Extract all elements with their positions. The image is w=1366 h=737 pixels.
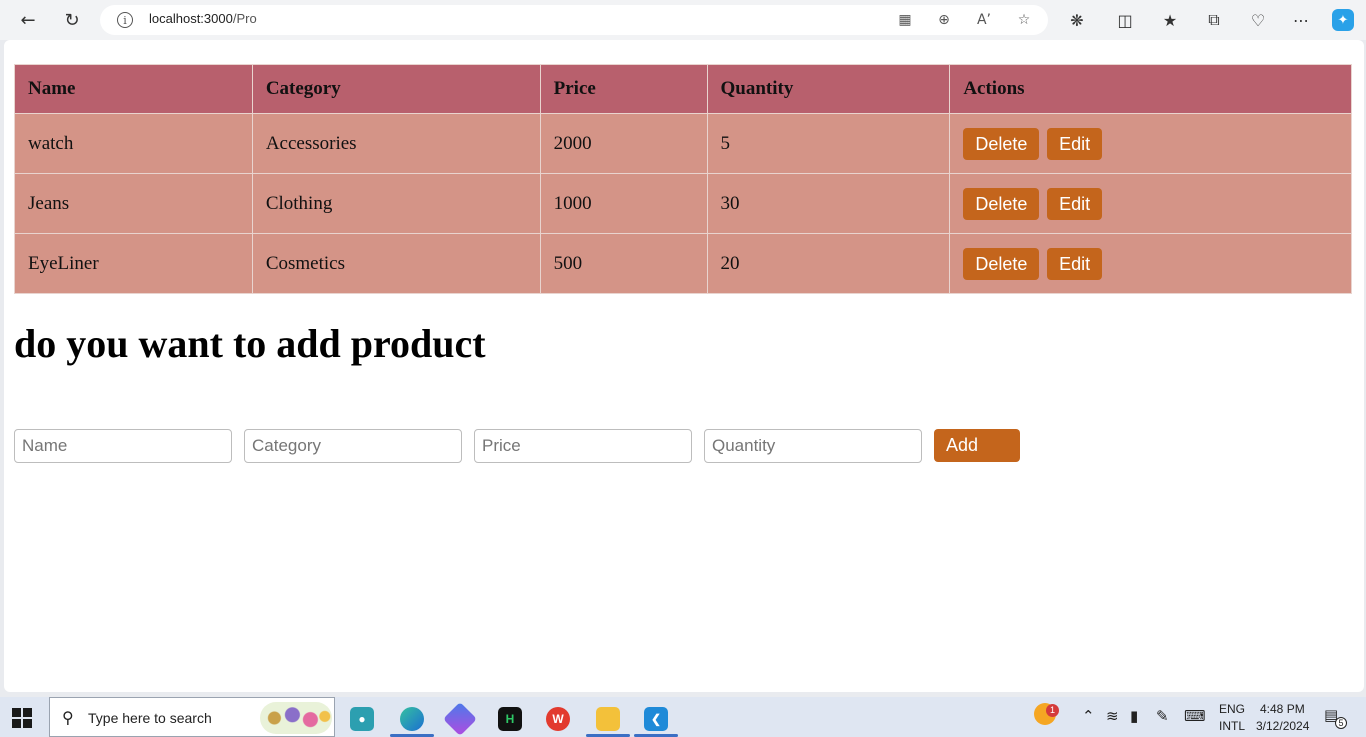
add-product-heading: do you want to add product [14,321,486,366]
delete-button[interactable]: Delete [963,187,1040,220]
folder-icon [596,707,620,731]
taskbar-app-meet[interactable]: ● [338,701,386,737]
add-product-button[interactable]: Add Product [934,429,1021,488]
column-header-quantity: Quantity [706,64,951,114]
edge-browser-icon [400,707,424,731]
address-bar[interactable]: i localhost:3000/Pro ▦ ⊕ A’ ☆ [100,5,1048,35]
cell-price: 2000 [539,113,708,174]
split-screen-icon[interactable]: ◫ [1114,9,1136,31]
copilot-icon[interactable]: ✦ [1332,9,1354,31]
table-row: EyeLiner Cosmetics 500 20 Delete Edit [14,233,1352,294]
taskbar-app-edge[interactable] [388,701,436,737]
chevron-up-icon[interactable]: ⌃ [1082,707,1095,725]
wifi-icon[interactable]: ≋ [1106,707,1119,725]
taskbar-search-placeholder: Type here to search [88,710,212,726]
url-path: /Pro [232,11,257,26]
battery-icon[interactable]: ▮ [1130,707,1138,725]
edit-button[interactable]: Edit [1047,127,1103,160]
h-app-icon: H [498,707,522,731]
column-header-price: Price [539,64,708,114]
column-header-name: Name [14,64,253,114]
search-highlight-icon [260,702,332,734]
column-header-category: Category [251,64,541,114]
favorites-icon[interactable]: ★ [1159,9,1181,31]
taskbar-app-wps[interactable]: W [534,701,582,737]
browser-toolbar: ← ↻ i localhost:3000/Pro ▦ ⊕ A’ ☆ ❋ ◫ ★ … [0,0,1366,40]
url-host: localhost:3000 [149,11,233,26]
column-header-actions: Actions [949,64,1352,114]
cell-name: Jeans [14,173,253,234]
keyboard-icon[interactable]: ⌨ [1184,707,1206,725]
app-available-icon[interactable]: ▦ [895,11,915,29]
table-header-row: Name Category Price Quantity Actions [14,64,1352,114]
zoom-icon[interactable]: ⊕ [934,11,954,29]
refresh-icon[interactable]: ↻ [56,6,88,34]
cell-category: Clothing [251,173,541,234]
table-row: watch Accessories 2000 5 Delete Edit [14,113,1352,174]
browser-essentials-icon[interactable]: ♡ [1247,9,1269,31]
cell-quantity: 5 [706,113,951,174]
delete-button[interactable]: Delete [963,127,1040,160]
language-label[interactable]: ENG [1219,702,1245,716]
windows-start-icon[interactable] [12,708,32,728]
edit-button[interactable]: Edit [1047,187,1103,220]
cell-quantity: 20 [706,233,951,294]
more-options-icon[interactable]: ⋯ [1290,9,1312,31]
back-icon[interactable]: ← [12,6,44,34]
cell-category: Cosmetics [251,233,541,294]
taskbar: ⚲ Type here to search ● H W ❮ 1 ⌃ ≋ ▮ ✎ … [0,697,1366,737]
collections-icon[interactable]: ⧉ [1203,9,1225,31]
address-url[interactable]: localhost:3000/Pro [149,11,257,26]
cell-price: 500 [539,233,708,294]
video-camera-icon: ● [350,707,374,731]
edit-button[interactable]: Edit [1047,247,1103,280]
clock-time[interactable]: 4:48 PM [1260,702,1305,716]
keyboard-layout-label[interactable]: INTL [1219,719,1245,733]
taskbar-search[interactable]: ⚲ Type here to search [49,697,335,737]
favorite-star-icon[interactable]: ☆ [1014,11,1034,29]
cell-quantity: 30 [706,173,951,234]
taskbar-app-hackerrank[interactable]: H [486,701,534,737]
extensions-icon[interactable]: ❋ [1066,9,1088,31]
read-aloud-icon[interactable]: A’ [974,11,994,29]
search-icon: ⚲ [62,708,74,727]
cell-category: Accessories [251,113,541,174]
notification-count: 5 [1335,717,1347,729]
price-input[interactable] [474,429,692,463]
taskbar-app-explorer[interactable] [584,701,632,737]
cell-price: 1000 [539,173,708,234]
pen-icon[interactable]: ✎ [1156,707,1169,725]
taskbar-app-copilot[interactable] [436,701,484,737]
site-info-icon[interactable]: i [117,12,133,28]
hexagon-app-icon [443,702,477,736]
category-input[interactable] [244,429,462,463]
page-viewport: Name Category Price Quantity Actions wat… [4,40,1364,692]
cell-actions: Delete Edit [949,233,1352,294]
delete-button[interactable]: Delete [963,247,1040,280]
clock-date[interactable]: 3/12/2024 [1256,719,1309,733]
vscode-icon: ❮ [644,707,668,731]
cell-name: watch [14,113,253,174]
table-row: Jeans Clothing 1000 30 Delete Edit [14,173,1352,234]
cell-actions: Delete Edit [949,113,1352,174]
products-table: Name Category Price Quantity Actions wat… [14,64,1352,294]
name-input[interactable] [14,429,232,463]
quantity-input[interactable] [704,429,922,463]
w-app-icon: W [546,707,570,731]
taskbar-app-vscode[interactable]: ❮ [632,701,680,737]
cell-actions: Delete Edit [949,173,1352,234]
cell-name: EyeLiner [14,233,253,294]
weather-badge: 1 [1046,704,1059,717]
